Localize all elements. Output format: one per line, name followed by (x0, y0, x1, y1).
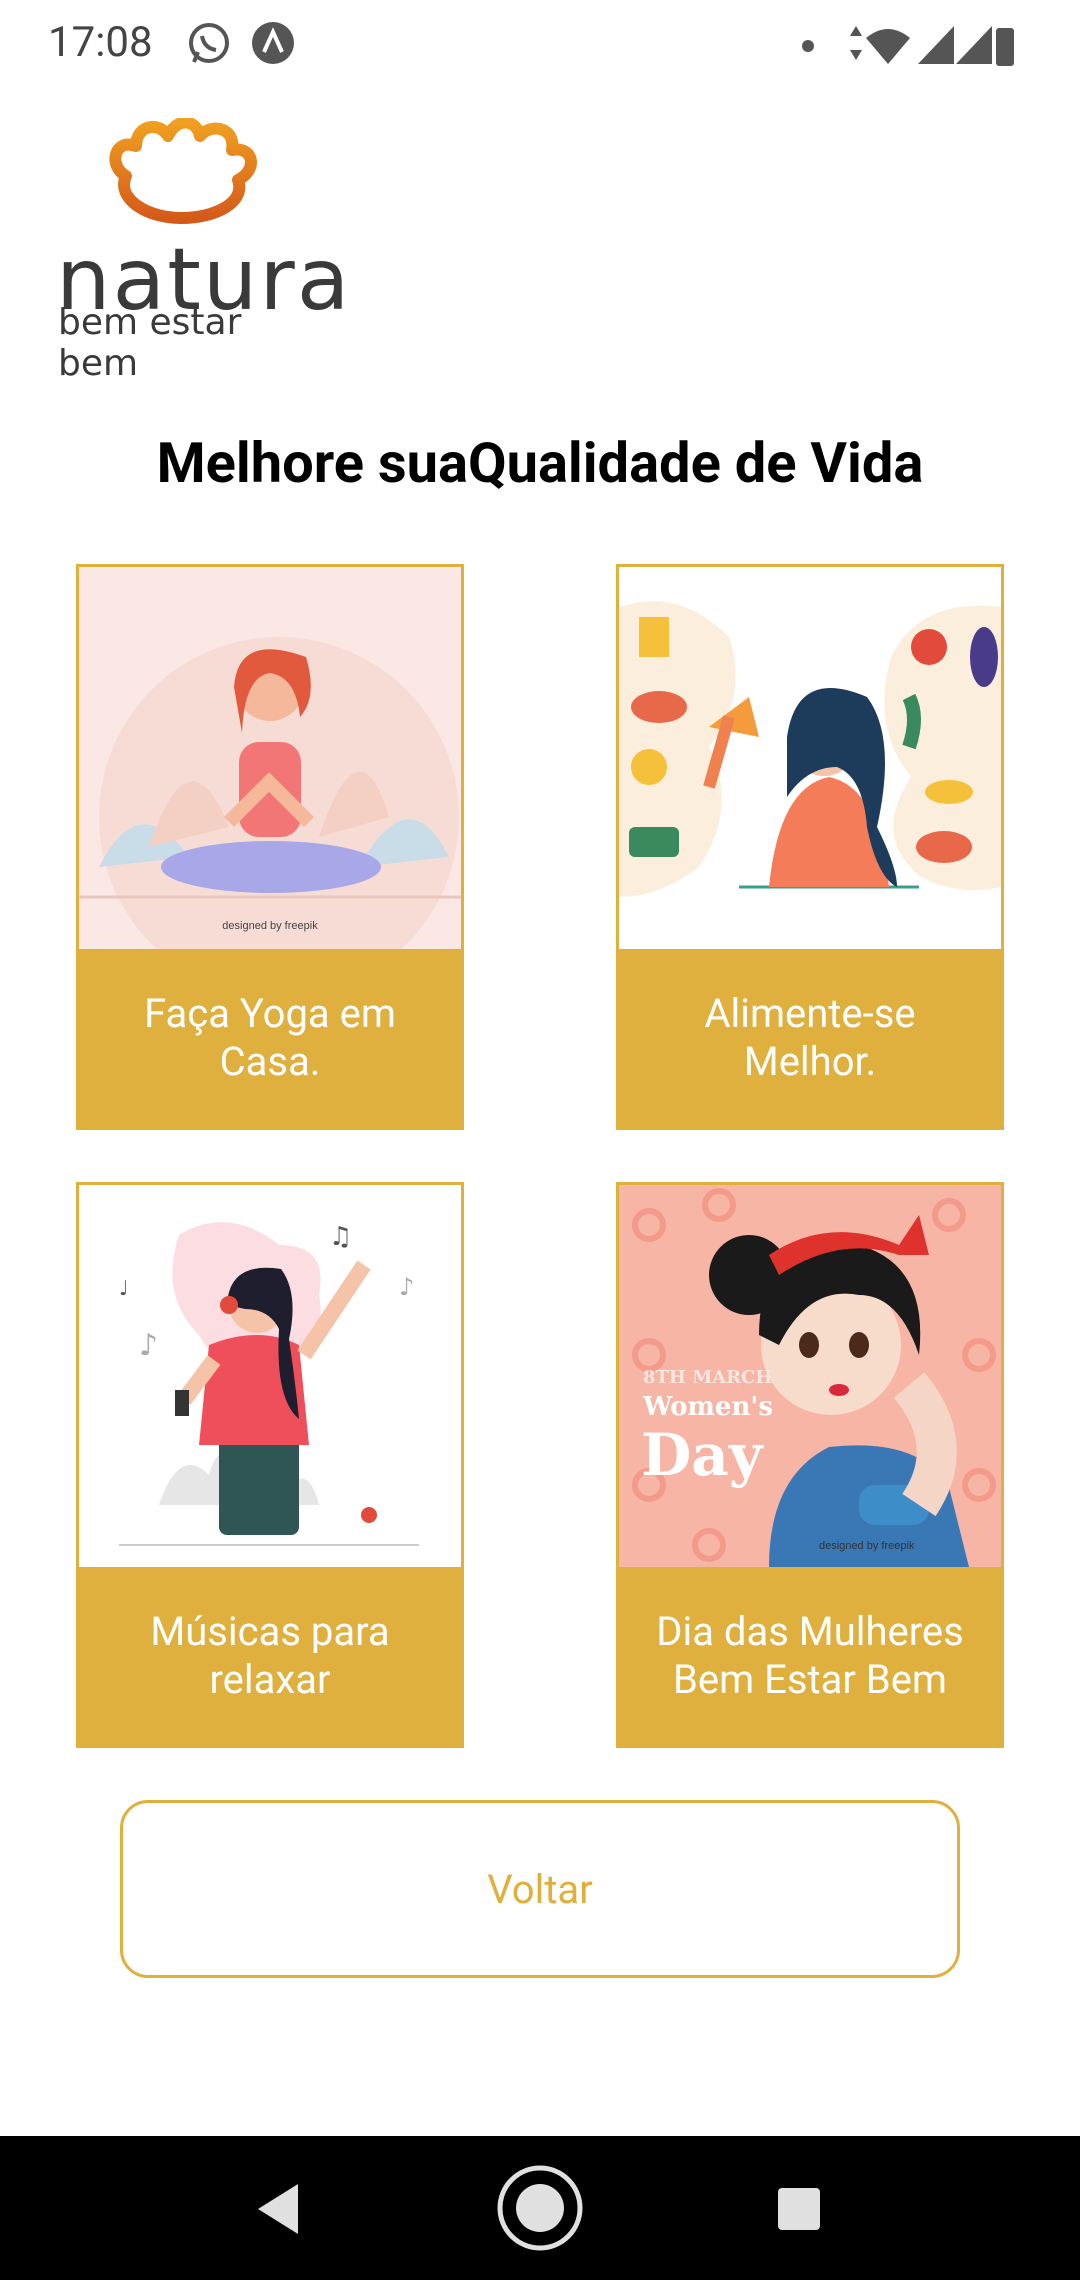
poster-line-2: Women's (642, 1392, 773, 1422)
logo-tagline: bem estar bem (58, 302, 242, 384)
yoga-illustration: designed by freepik (79, 567, 461, 949)
recents-nav-icon[interactable] (776, 2186, 822, 2232)
healthy-food-illustration (619, 567, 1001, 949)
card-label-yoga: Faça Yoga em Casa. (79, 949, 461, 1127)
natura-flower-icon (109, 118, 257, 224)
navigation-bar (0, 2136, 1080, 2280)
svg-text:♪: ♪ (139, 1328, 158, 1363)
womens-day-illustration: 8TH MARCH Women's Day designed by freepi… (619, 1185, 1001, 1567)
home-nav-icon[interactable] (496, 2164, 584, 2252)
freepik-credit: designed by freepik (222, 920, 318, 932)
whatsapp-icon (189, 23, 229, 63)
card-label-music: Músicas para relaxar (79, 1567, 461, 1745)
signal-wifi-battery-icon (850, 26, 1014, 66)
svg-text:♪: ♪ (399, 1273, 414, 1301)
back-nav-icon[interactable] (254, 2182, 304, 2236)
svg-text:♩: ♩ (119, 1276, 128, 1300)
card-womens-day[interactable]: 8TH MARCH Women's Day designed by freepi… (616, 1182, 1004, 1748)
card-music[interactable]: ♪ ♫ ♪ ♩ Músicas para relaxar (76, 1182, 464, 1748)
card-label-food: Alimente-se Melhor. (619, 949, 1001, 1127)
music-illustration: ♪ ♫ ♪ ♩ (79, 1185, 461, 1567)
status-time: 17:08 (48, 18, 153, 67)
poster-line-1: 8TH MARCH (643, 1367, 772, 1388)
dot-icon (802, 40, 814, 52)
page-title: Melhore suaQualidade de Vida (156, 430, 924, 496)
card-label-womens-day: Dia das Mulheres Bem Estar Bem (619, 1567, 1001, 1745)
back-button[interactable]: Voltar (120, 1800, 960, 1978)
card-yoga[interactable]: designed by freepik Faça Yoga em Casa. (76, 564, 464, 1130)
natura-logo: natura bem estar bem (56, 118, 350, 384)
status-bar: 17:08 (0, 0, 1080, 92)
freepik-credit: designed by freepik (819, 1540, 915, 1552)
svg-text:♫: ♫ (329, 1222, 352, 1252)
card-food[interactable]: Alimente-se Melhor. (616, 564, 1004, 1130)
app-notification-icon (252, 22, 294, 64)
poster-line-3: Day (641, 1421, 765, 1489)
